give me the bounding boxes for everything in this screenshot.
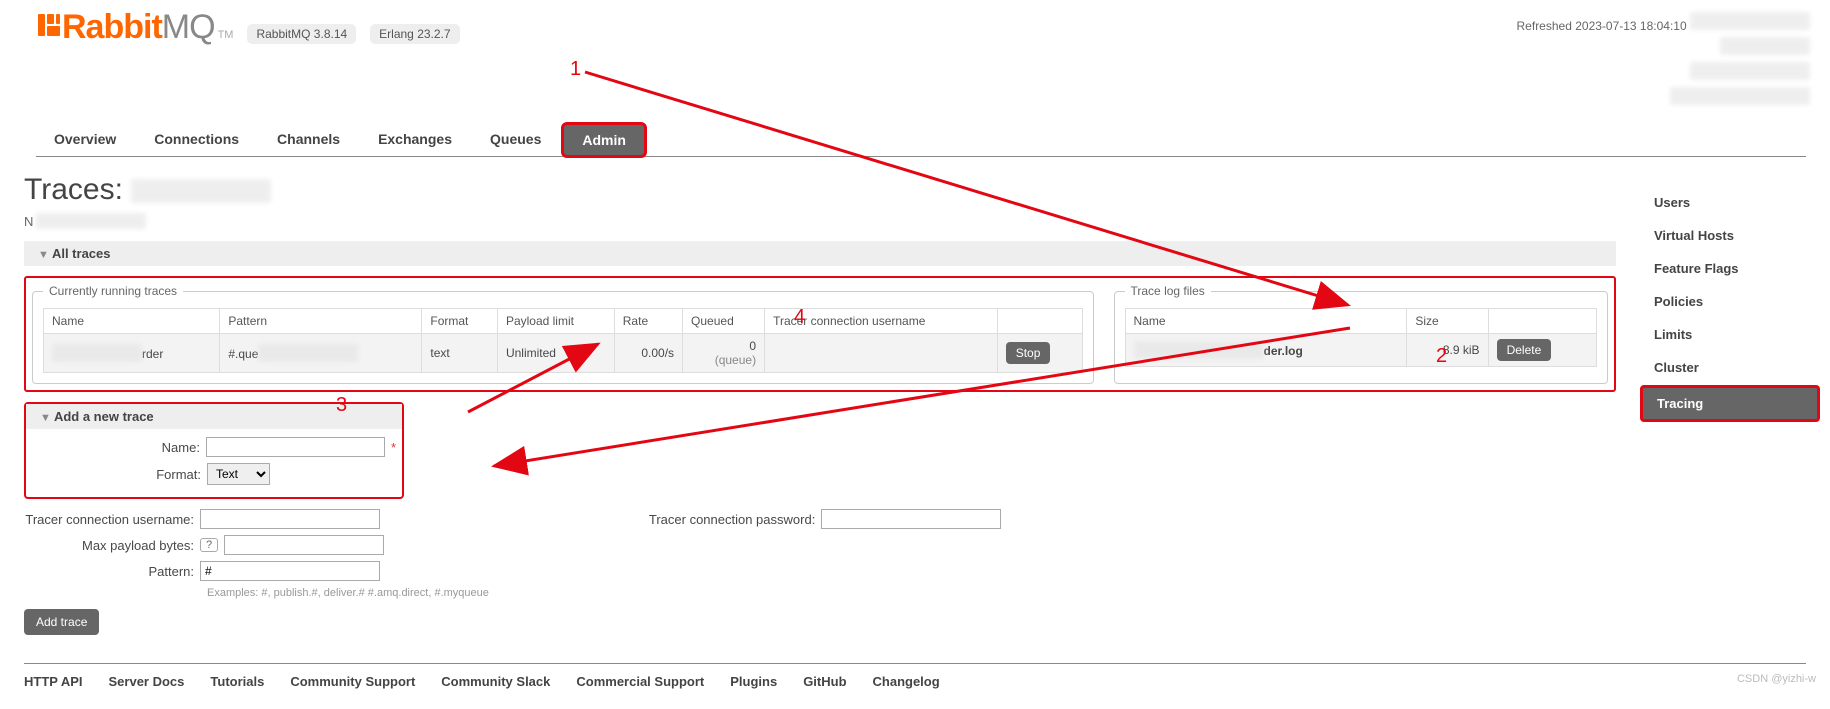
annotation-1: 1 <box>570 58 581 81</box>
sidebar-item-limits[interactable]: Limits <box>1640 319 1820 350</box>
redacted <box>1670 87 1810 105</box>
tab-admin[interactable]: Admin <box>561 122 647 158</box>
main-content: Traces: N All traces Currently running t… <box>0 157 1640 635</box>
node-label: N <box>24 213 1616 229</box>
username-field[interactable] <box>200 509 380 529</box>
redacted <box>131 179 271 203</box>
footer-link-community-support[interactable]: Community Support <box>290 674 415 689</box>
refreshed-text: Refreshed 2023-07-13 18:04:10 <box>1517 19 1687 33</box>
log-files-table: NameSize der.log 8.9 kiB Delete <box>1125 308 1598 367</box>
sidebar-item-feature-flags[interactable]: Feature Flags <box>1640 253 1820 284</box>
logo-area: RabbitMQ TM RabbitMQ 3.8.14 Erlang 23.2.… <box>36 8 460 47</box>
sidebar-item-virtual-hosts[interactable]: Virtual Hosts <box>1640 220 1820 251</box>
footer: HTTP API Server Docs Tutorials Community Su… <box>24 663 1806 689</box>
name-label: Name: <box>32 440 206 455</box>
tab-connections[interactable]: Connections <box>136 124 257 156</box>
cell-username <box>765 334 998 373</box>
logo-tm: TM <box>218 29 234 41</box>
sidebar-item-cluster[interactable]: Cluster <box>1640 352 1820 383</box>
header: RabbitMQ TM RabbitMQ 3.8.14 Erlang 23.2.… <box>0 0 1830 108</box>
cell-size: 8.9 kiB <box>1407 334 1488 367</box>
pass-label: Tracer connection password: <box>649 512 821 527</box>
tab-queues[interactable]: Queues <box>472 124 559 156</box>
annotation-4: 4 <box>794 306 805 329</box>
add-trace-button[interactable]: Add trace <box>24 609 99 635</box>
redacted <box>1690 12 1810 30</box>
format-label: Format: <box>32 467 207 482</box>
max-label: Max payload bytes: <box>25 538 200 553</box>
watermark: CSDN @yizhi-w <box>1737 673 1816 685</box>
help-icon[interactable]: ? <box>200 538 218 552</box>
annotation-3: 3 <box>336 394 347 417</box>
logo-text-rabbit: Rabbit <box>62 8 162 47</box>
name-field[interactable] <box>206 437 385 457</box>
sidebar-item-policies[interactable]: Policies <box>1640 286 1820 317</box>
footer-link-http-api[interactable]: HTTP API <box>24 674 83 689</box>
logs-legend: Trace log files <box>1125 284 1211 298</box>
table-row: der.log 8.9 kiB Delete <box>1125 334 1597 367</box>
refresh-status: Refreshed 2023-07-13 18:04:10 <box>1517 8 1810 108</box>
page-title: Traces: <box>24 173 1616 207</box>
cell-payload-limit: Unlimited <box>497 334 614 373</box>
footer-link-community-slack[interactable]: Community Slack <box>441 674 550 689</box>
redacted <box>1690 62 1810 80</box>
max-payload-field[interactable] <box>224 535 384 555</box>
annotation-2: 2 <box>1436 345 1447 368</box>
footer-link-plugins[interactable]: Plugins <box>730 674 777 689</box>
cell-format: text <box>422 334 498 373</box>
logo: RabbitMQ TM <box>36 8 233 47</box>
footer-link-server-docs[interactable]: Server Docs <box>109 674 185 689</box>
footer-link-commercial-support[interactable]: Commercial Support <box>576 674 704 689</box>
footer-link-changelog[interactable]: Changelog <box>873 674 940 689</box>
redacted <box>1134 341 1264 359</box>
traces-box: Currently running traces NamePatternForm… <box>24 276 1616 392</box>
section-all-traces[interactable]: All traces <box>24 241 1616 266</box>
table-row: rder #.que text Unlimited 0.00/s 0(queue… <box>44 334 1083 373</box>
redacted <box>52 344 142 362</box>
erlang-version-badge: Erlang 23.2.7 <box>370 24 459 44</box>
footer-link-github[interactable]: GitHub <box>803 674 846 689</box>
tab-overview[interactable]: Overview <box>36 124 134 156</box>
pattern-examples: Examples: #, publish.#, deliver.# #.amq.… <box>207 587 489 599</box>
running-traces-fieldset: Currently running traces NamePatternForm… <box>32 284 1094 384</box>
pattern-field[interactable] <box>200 561 380 581</box>
format-select[interactable]: TextJSON <box>207 463 270 485</box>
user-label: Tracer connection username: <box>25 512 200 527</box>
sidebar-item-tracing[interactable]: Tracing <box>1640 385 1820 422</box>
redacted <box>258 344 358 362</box>
cell-rate: 0.00/s <box>614 334 682 373</box>
running-traces-table: NamePatternFormatPayload limitRateQueued… <box>43 308 1083 373</box>
redacted <box>1720 37 1810 55</box>
delete-button[interactable]: Delete <box>1497 339 1552 361</box>
rabbitmq-version-badge: RabbitMQ 3.8.14 <box>247 24 356 44</box>
cell-queued: 0(queue) <box>683 334 765 373</box>
tab-exchanges[interactable]: Exchanges <box>360 124 470 156</box>
footer-link-tutorials[interactable]: Tutorials <box>210 674 264 689</box>
stop-button[interactable]: Stop <box>1006 342 1051 364</box>
admin-sidebar: UsersVirtual HostsFeature FlagsPoliciesL… <box>1640 157 1830 635</box>
log-files-fieldset: Trace log files NameSize der.log 8.9 kiB… <box>1114 284 1609 384</box>
sidebar-item-users[interactable]: Users <box>1640 187 1820 218</box>
tab-channels[interactable]: Channels <box>259 124 358 156</box>
logo-text-mq: MQ <box>162 8 215 47</box>
pattern-label: Pattern: <box>25 564 200 579</box>
main-tabs: OverviewConnectionsChannelsExchangesQueu… <box>36 124 1806 157</box>
running-legend: Currently running traces <box>43 284 183 298</box>
rabbitmq-icon <box>36 12 62 38</box>
redacted <box>36 213 146 229</box>
password-field[interactable] <box>821 509 1001 529</box>
